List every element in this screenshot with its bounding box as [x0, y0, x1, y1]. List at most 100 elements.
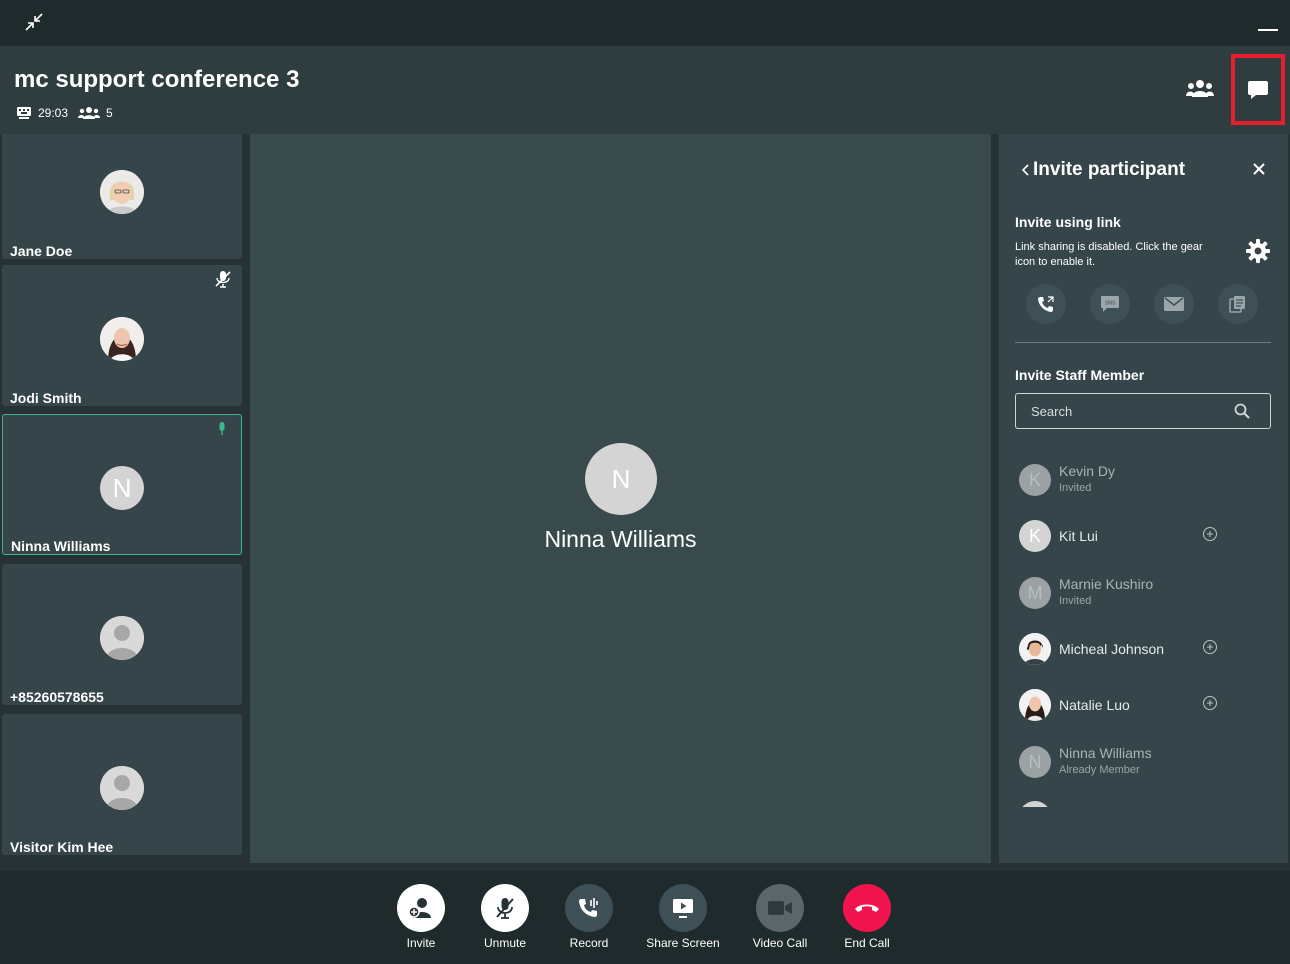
mic-muted-icon — [215, 271, 231, 288]
add-circle-icon[interactable] — [1202, 639, 1218, 655]
call-controls: Invite Unmute Record Share Screen Video … — [0, 863, 1290, 964]
participants-icon — [78, 107, 101, 119]
end-call-circle — [843, 884, 891, 932]
phone-record-icon — [579, 898, 598, 917]
avatar — [100, 766, 144, 810]
panel-title: Invite participant — [1033, 159, 1186, 180]
invite-method-buttons: SMS — [1026, 284, 1258, 324]
chat-icon — [1248, 80, 1268, 99]
participants-button[interactable] — [1186, 78, 1214, 100]
avatar: K — [1019, 520, 1051, 552]
video-call-button[interactable]: Video Call — [740, 884, 820, 950]
record-button[interactable]: Record — [549, 884, 629, 950]
share-screen-label: Share Screen — [646, 936, 720, 950]
add-circle-icon[interactable] — [1202, 695, 1218, 711]
call-duration: 29:03 — [38, 106, 69, 120]
participant-tile[interactable]: Jodi Smith — [2, 265, 242, 406]
participant-tile-active[interactable]: N Ninna Williams — [2, 414, 242, 555]
speaker-name: Ninna Williams — [544, 526, 697, 552]
invite-sms-button[interactable]: SMS — [1090, 284, 1130, 324]
staff-status: Already Member — [1059, 764, 1140, 776]
participant-name: Ninna Williams — [11, 538, 111, 554]
back-button[interactable]: Invite participant — [1019, 159, 1185, 181]
mic-active-icon — [219, 422, 225, 435]
avatar — [100, 317, 144, 361]
video-camera-icon — [768, 901, 792, 915]
end-call-button[interactable]: End Call — [827, 884, 907, 950]
search-icon[interactable] — [1234, 403, 1250, 419]
unmute-label: Unmute — [483, 936, 527, 950]
copy-icon — [1229, 296, 1245, 313]
staff-search — [1015, 393, 1271, 429]
gear-icon[interactable] — [1245, 238, 1271, 264]
staff-name: Natalie Luo — [1059, 697, 1130, 713]
avatar: K — [1019, 464, 1051, 496]
staff-item: Natalie Luo — [1015, 685, 1275, 725]
search-input[interactable] — [1016, 394, 1236, 428]
invite-link-heading: Invite using link — [1015, 214, 1121, 230]
participant-tile[interactable]: Visitor Kim Hee — [2, 714, 242, 855]
invite-label: Invite — [406, 936, 436, 950]
participant-tile[interactable]: Jane Doe — [2, 134, 242, 259]
invite-email-button[interactable] — [1154, 284, 1194, 324]
share-screen-icon — [673, 899, 693, 918]
invite-circle — [397, 884, 445, 932]
participant-tile[interactable]: +85260578655 — [2, 564, 242, 705]
close-icon[interactable] — [1252, 162, 1266, 176]
add-user-icon — [408, 898, 431, 918]
duration-icon — [17, 107, 31, 119]
svg-text:SMS: SMS — [1105, 301, 1117, 307]
add-circle-icon[interactable] — [1202, 526, 1218, 542]
window-top-bar — [0, 0, 1290, 46]
copy-link-button[interactable] — [1218, 284, 1258, 324]
chevron-left-icon — [1021, 164, 1029, 176]
divider — [1015, 342, 1271, 343]
share-screen-circle — [659, 884, 707, 932]
staff-item: M Marnie Kushiro Invited — [1015, 573, 1275, 613]
main-stage: N Ninna Williams — [250, 134, 991, 863]
invite-panel: Invite participant Invite using link Lin… — [999, 134, 1288, 863]
avatar — [1019, 689, 1051, 721]
staff-item: K Kit Lui — [1015, 516, 1275, 556]
avatar — [100, 170, 144, 214]
sms-icon: SMS — [1101, 296, 1119, 312]
mic-off-icon — [496, 898, 514, 919]
avatar — [1019, 633, 1051, 665]
avatar: N — [1019, 746, 1051, 778]
staff-item-partial — [1019, 801, 1051, 807]
phone-icon — [1038, 296, 1054, 312]
speaker-avatar: N — [585, 443, 657, 515]
video-call-circle — [756, 884, 804, 932]
mail-icon — [1164, 297, 1184, 311]
hang-up-icon — [855, 904, 879, 912]
staff-item: N Ninna Williams Already Member — [1015, 742, 1275, 782]
staff-heading: Invite Staff Member — [1015, 367, 1145, 383]
participant-name: Visitor Kim Hee — [10, 839, 114, 855]
staff-name: Kit Lui — [1059, 528, 1098, 544]
avatar: M — [1019, 577, 1051, 609]
chat-button[interactable] — [1231, 54, 1285, 125]
staff-item: K Kevin Dy Invited — [1015, 460, 1275, 500]
invite-phone-button[interactable] — [1026, 284, 1066, 324]
participant-list: Jane Doe Jodi Smith N Ninna Williams +85… — [0, 134, 246, 863]
minimize-button[interactable] — [1258, 29, 1278, 31]
unmute-button[interactable]: Unmute — [465, 884, 545, 950]
record-circle — [565, 884, 613, 932]
avatar: N — [100, 466, 144, 510]
invite-button[interactable]: Invite — [381, 884, 461, 950]
staff-item: Micheal Johnson — [1015, 629, 1275, 669]
participant-name: Jodi Smith — [10, 390, 82, 406]
collapse-icon[interactable] — [24, 12, 44, 32]
unmute-circle — [481, 884, 529, 932]
end-call-label: End Call — [844, 936, 890, 950]
conference-header: mc support conference 3 29:03 5 — [0, 46, 1290, 134]
video-call-label: Video Call — [752, 936, 808, 950]
avatar — [100, 616, 144, 660]
staff-name: Micheal Johnson — [1059, 641, 1165, 657]
staff-status: Invited — [1059, 595, 1092, 607]
conference-title: mc support conference 3 — [14, 66, 300, 93]
staff-name: Ninna Williams — [1059, 745, 1152, 761]
share-screen-button[interactable]: Share Screen — [643, 884, 723, 950]
participant-name: Jane Doe — [10, 243, 73, 259]
staff-name: Kevin Dy — [1059, 463, 1116, 479]
